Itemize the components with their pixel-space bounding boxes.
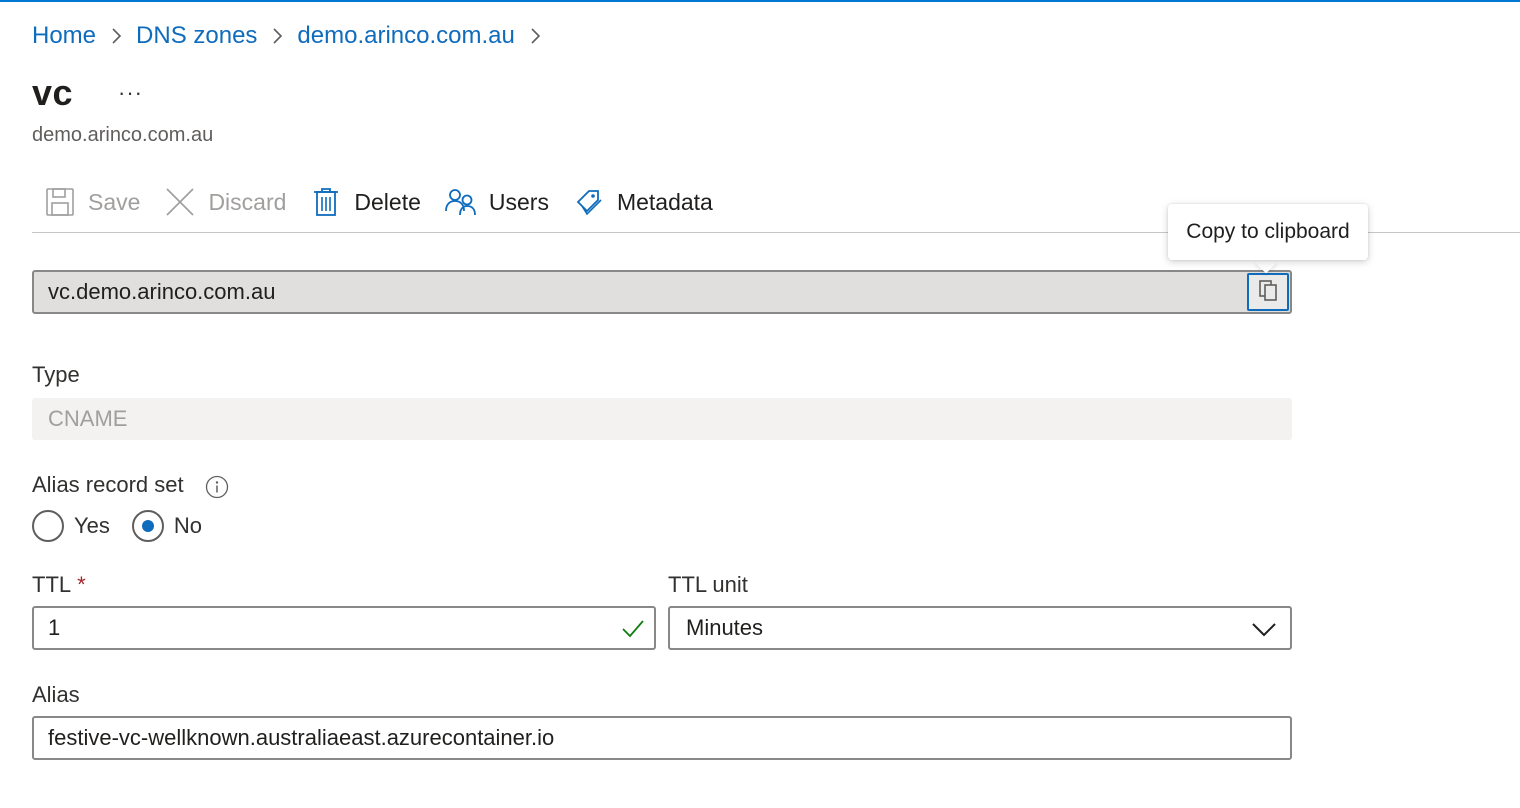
command-bar: Save Discard Delete Users Metadata	[32, 180, 725, 224]
alias-record-set-label: Alias record set	[32, 472, 184, 497]
delete-label: Delete	[354, 188, 421, 215]
breadcrumb-zone[interactable]: demo.arinco.com.au	[297, 22, 514, 50]
type-field: CNAME	[32, 398, 1292, 440]
chevron-right-icon	[96, 20, 136, 52]
type-label: Type	[32, 362, 80, 387]
users-label: Users	[488, 188, 549, 215]
ttl-unit-select[interactable]: Minutes	[668, 606, 1292, 650]
users-icon	[444, 186, 477, 218]
alias-label: Alias	[32, 682, 80, 707]
save-button[interactable]: Save	[32, 180, 152, 224]
alias-input[interactable]: festive-vc-wellknown.australiaeast.azure…	[32, 716, 1292, 760]
tag-icon	[573, 186, 605, 218]
chevron-right-icon	[257, 20, 297, 52]
chevron-down-icon[interactable]	[1250, 616, 1278, 644]
breadcrumb: Home DNS zones demo.arinco.com.au	[32, 20, 555, 52]
copy-tooltip: Copy to clipboard	[1168, 204, 1368, 260]
radio-no[interactable]: No	[131, 510, 203, 542]
page-title: vc	[32, 72, 74, 113]
copy-to-clipboard-button[interactable]	[1247, 273, 1289, 311]
radio-no-label: No	[173, 513, 203, 538]
radio-no-circle[interactable]	[131, 510, 164, 542]
ttl-input[interactable]: 1	[32, 606, 656, 650]
info-icon[interactable]	[205, 475, 229, 499]
fqdn-field[interactable]: vc.demo.arinco.com.au	[32, 270, 1292, 314]
close-icon	[164, 186, 196, 218]
radio-yes-label: Yes	[74, 513, 110, 538]
save-icon	[44, 186, 76, 218]
ttl-unit-label: TTL unit	[668, 572, 748, 597]
breadcrumb-dns-zones[interactable]: DNS zones	[136, 22, 257, 50]
page-subtitle: demo.arinco.com.au	[32, 124, 214, 146]
delete-button[interactable]: Delete	[298, 180, 432, 224]
checkmark-icon	[620, 616, 646, 642]
copy-icon	[1257, 278, 1279, 307]
metadata-label: Metadata	[616, 188, 713, 215]
radio-yes[interactable]: Yes	[32, 510, 110, 542]
required-mark: *	[77, 572, 86, 597]
save-label: Save	[88, 188, 141, 215]
ttl-label-text: TTL	[32, 572, 72, 597]
ttl-label: TTL *	[32, 572, 86, 598]
top-accent-bar	[0, 0, 1520, 2]
more-actions-button[interactable]: ···	[118, 80, 143, 106]
breadcrumb-home[interactable]: Home	[32, 22, 96, 50]
discard-label: Discard	[208, 188, 287, 215]
trash-icon	[310, 186, 342, 218]
metadata-button[interactable]: Metadata	[561, 180, 725, 224]
discard-button[interactable]: Discard	[152, 180, 298, 224]
radio-yes-circle[interactable]	[32, 510, 64, 542]
users-button[interactable]: Users	[433, 180, 561, 224]
chevron-right-icon	[515, 20, 555, 52]
alias-record-set-radio-group: Yes No	[32, 506, 224, 546]
